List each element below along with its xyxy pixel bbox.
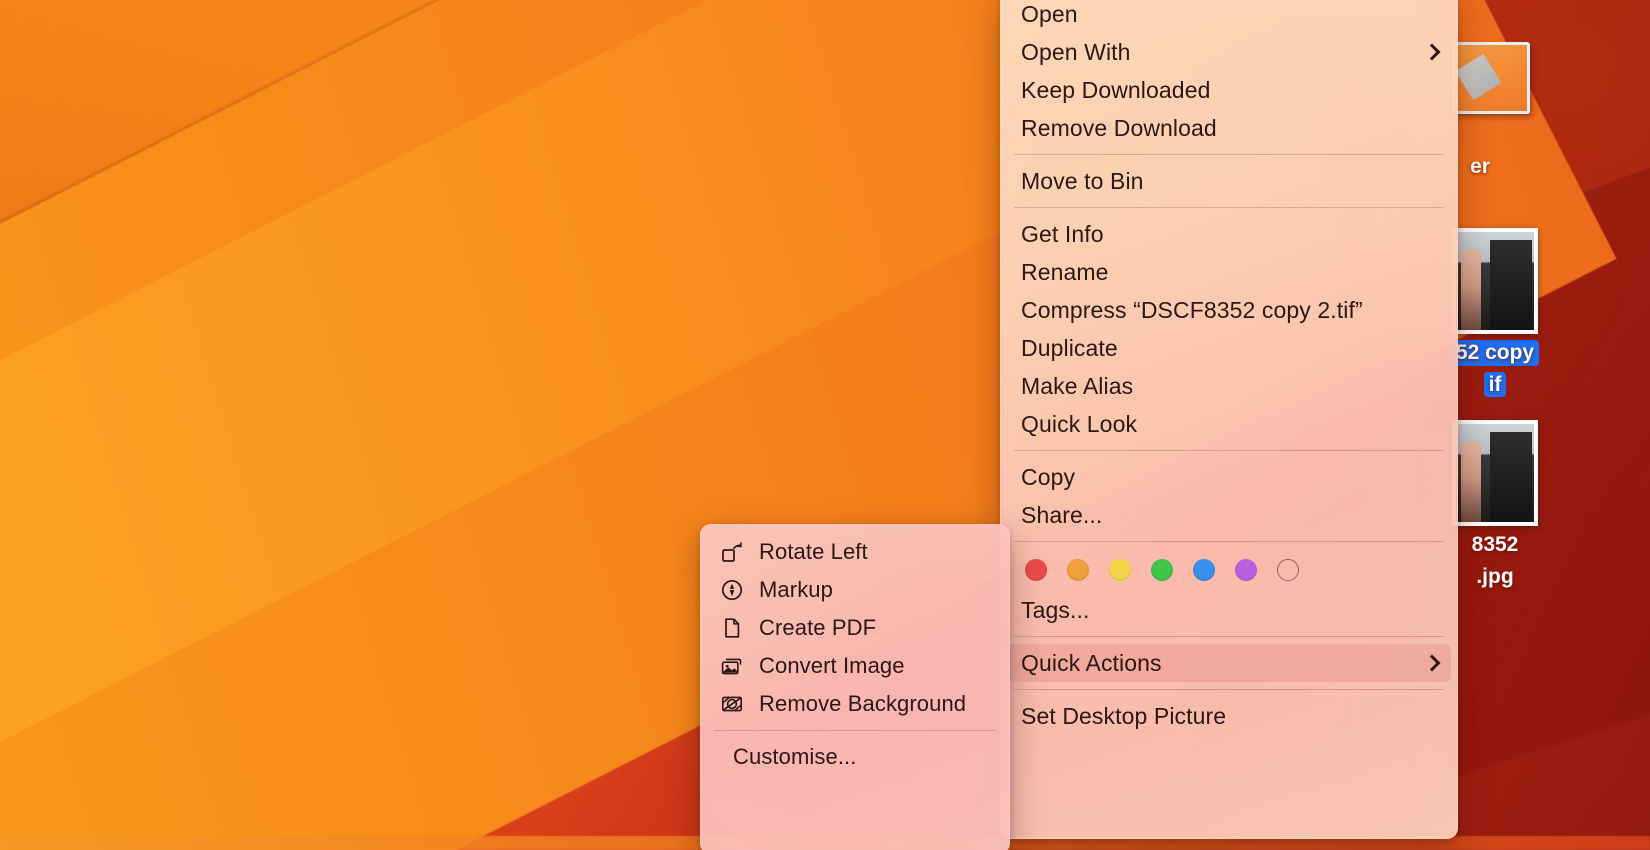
tag-green-dot[interactable]: [1151, 559, 1173, 581]
menu-item-label: Tags...: [1021, 597, 1440, 624]
menu-separator: [1014, 636, 1444, 637]
submenu-item-create-pdf[interactable]: Create PDF: [707, 609, 1003, 647]
menu-item-set-desktop-picture[interactable]: Set Desktop Picture: [1007, 697, 1451, 735]
menu-item-make-alias[interactable]: Make Alias: [1007, 367, 1451, 405]
rotate-left-icon: [719, 539, 745, 565]
chevron-right-icon: [1424, 44, 1440, 60]
menu-item-label: Open: [1021, 1, 1440, 28]
menu-item-copy[interactable]: Copy: [1007, 458, 1451, 496]
menu-separator: [1014, 541, 1444, 542]
menu-item-label: Quick Actions: [1021, 650, 1414, 677]
desktop-file-selected-thumbnail: [1452, 228, 1538, 334]
menu-item-label: Open With: [1021, 39, 1414, 66]
tag-none-dot[interactable]: [1277, 559, 1299, 581]
desktop-screen: er 52 copy if 8352 .jpg Open Open With K…: [0, 0, 1650, 850]
menu-item-move-to-bin[interactable]: Move to Bin: [1007, 162, 1451, 200]
desktop-file-jpg-label-line2: .jpg: [1471, 564, 1518, 590]
desktop-file-jpg-label-line1: 8352: [1467, 532, 1524, 558]
tag-red-dot[interactable]: [1025, 559, 1047, 581]
tag-orange-dot[interactable]: [1067, 559, 1089, 581]
menu-item-remove-download[interactable]: Remove Download: [1007, 109, 1451, 147]
submenu-item-label: Convert Image: [759, 653, 992, 679]
submenu-item-label: Remove Background: [759, 691, 992, 717]
tag-colour-row[interactable]: [1000, 549, 1458, 591]
menu-item-rename[interactable]: Rename: [1007, 253, 1451, 291]
menu-item-label: Compress “DSCF8352 copy 2.tif”: [1021, 297, 1440, 324]
submenu-separator: [714, 730, 996, 731]
tag-blue-dot[interactable]: [1193, 559, 1215, 581]
quick-actions-submenu[interactable]: Rotate Left Markup Create PDF: [700, 524, 1010, 850]
submenu-item-label: Rotate Left: [759, 539, 992, 565]
menu-item-label: Move to Bin: [1021, 168, 1440, 195]
markup-icon: [719, 577, 745, 603]
submenu-item-label: Customise...: [733, 744, 992, 770]
menu-item-share[interactable]: Share...: [1007, 496, 1451, 534]
menu-item-label: Set Desktop Picture: [1021, 703, 1440, 730]
menu-separator: [1014, 689, 1444, 690]
menu-item-keep-downloaded[interactable]: Keep Downloaded: [1007, 71, 1451, 109]
submenu-item-rotate-left[interactable]: Rotate Left: [707, 533, 1003, 571]
menu-item-quick-look[interactable]: Quick Look: [1007, 405, 1451, 443]
menu-separator: [1014, 207, 1444, 208]
menu-item-label: Make Alias: [1021, 373, 1440, 400]
desktop-file-selected-label-line1: 52 copy: [1451, 340, 1539, 366]
menu-item-label: Quick Look: [1021, 411, 1440, 438]
submenu-item-label: Create PDF: [759, 615, 992, 641]
desktop-file-partial-label: er: [1465, 154, 1495, 180]
menu-item-label: Copy: [1021, 464, 1440, 491]
remove-background-icon: [719, 691, 745, 717]
menu-item-compress[interactable]: Compress “DSCF8352 copy 2.tif”: [1007, 291, 1451, 329]
menu-item-label: Remove Download: [1021, 115, 1440, 142]
convert-image-icon: [719, 653, 745, 679]
submenu-item-label: Markup: [759, 577, 992, 603]
tag-purple-dot[interactable]: [1235, 559, 1257, 581]
menu-item-open-with[interactable]: Open With: [1007, 33, 1451, 71]
tag-yellow-dot[interactable]: [1109, 559, 1131, 581]
menu-item-label: Get Info: [1021, 221, 1440, 248]
menu-item-duplicate[interactable]: Duplicate: [1007, 329, 1451, 367]
create-pdf-icon: [719, 615, 745, 641]
submenu-item-remove-background[interactable]: Remove Background: [707, 685, 1003, 723]
menu-item-open[interactable]: Open: [1007, 0, 1451, 33]
submenu-item-convert-image[interactable]: Convert Image: [707, 647, 1003, 685]
menu-item-label: Keep Downloaded: [1021, 77, 1440, 104]
desktop-file-jpg-thumbnail: [1452, 420, 1538, 526]
submenu-item-customise[interactable]: Customise...: [707, 738, 1003, 776]
menu-item-get-info[interactable]: Get Info: [1007, 215, 1451, 253]
chevron-right-icon: [1424, 655, 1440, 671]
menu-separator: [1014, 154, 1444, 155]
menu-item-tags[interactable]: Tags...: [1007, 591, 1451, 629]
finder-context-menu[interactable]: Open Open With Keep Downloaded Remove Do…: [1000, 0, 1458, 839]
menu-item-label: Rename: [1021, 259, 1440, 286]
desktop-file-selected-label-line2: if: [1484, 372, 1507, 398]
desktop-file-partial-icon[interactable]: [1452, 42, 1530, 114]
menu-item-quick-actions[interactable]: Quick Actions: [1007, 644, 1451, 682]
menu-item-label: Duplicate: [1021, 335, 1440, 362]
submenu-item-markup[interactable]: Markup: [707, 571, 1003, 609]
menu-item-label: Share...: [1021, 502, 1440, 529]
menu-separator: [1014, 450, 1444, 451]
